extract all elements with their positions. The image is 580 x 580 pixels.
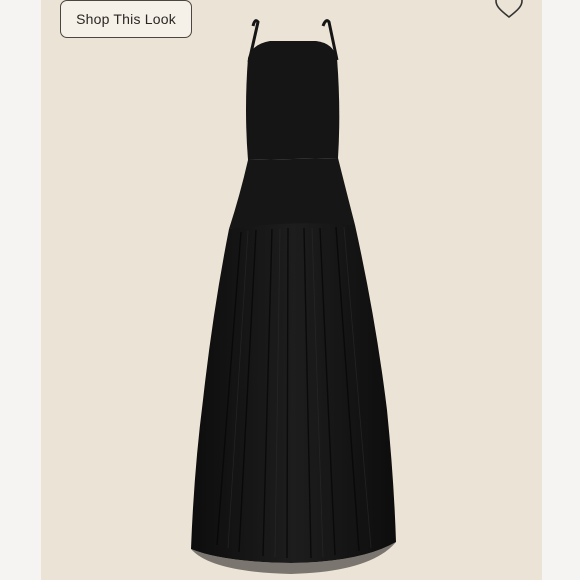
- left-margin: [0, 0, 41, 580]
- product-photo[interactable]: [41, 0, 542, 580]
- heart-outline-icon[interactable]: [494, 0, 524, 20]
- right-margin: [542, 0, 580, 580]
- zoom-plus-icon[interactable]: [541, 563, 542, 580]
- black-maxi-dress-image: [191, 19, 396, 574]
- shop-this-look-button[interactable]: Shop This Look: [60, 0, 192, 38]
